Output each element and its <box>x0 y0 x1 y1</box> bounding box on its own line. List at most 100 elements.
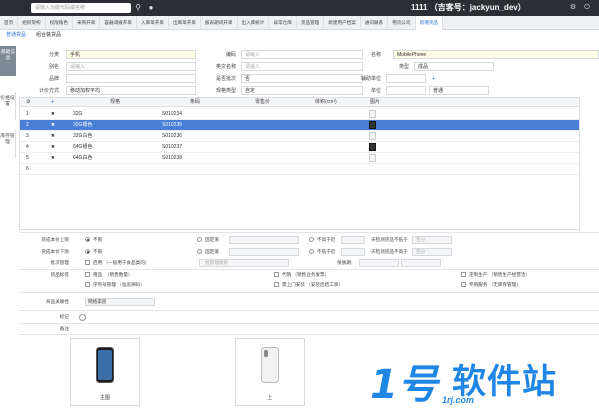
row-image-thumbnail[interactable] <box>369 154 376 162</box>
row-spec[interactable]: 32G <box>73 109 82 119</box>
row-spec[interactable]: 32G白色 <box>73 131 92 141</box>
row-barcode[interactable]: S010235 <box>162 120 182 130</box>
top-photo-slot[interactable]: 上 <box>235 338 305 406</box>
row-spec[interactable]: 32G银色 <box>73 120 92 130</box>
nav-stock-management[interactable]: 库存管理 <box>0 130 16 158</box>
category-select[interactable]: 手机 <box>66 50 196 59</box>
tab-3[interactable]: 采购开单 <box>73 16 101 30</box>
tag-consign-checkbox[interactable] <box>274 272 279 277</box>
tag-custom-checkbox[interactable] <box>461 272 466 277</box>
brand-select[interactable] <box>66 74 196 83</box>
tab-9[interactable]: 异常仓库 <box>269 16 297 30</box>
cost-lower-unlimited-text: 不限 <box>93 249 103 254</box>
batch-select[interactable]: 否 <box>241 74 363 83</box>
unit-select[interactable] <box>386 86 426 95</box>
tab-13[interactable]: 物流公司 <box>388 16 416 30</box>
power-icon[interactable]: ⏻ <box>582 3 592 13</box>
mark-label: 标记 <box>59 314 69 319</box>
row-image-thumbnail[interactable] <box>369 121 376 129</box>
gear-icon[interactable]: ⚙ <box>26 98 30 107</box>
delete-row-icon[interactable]: ✖ <box>51 142 55 152</box>
phone-white-image <box>261 347 279 383</box>
delete-row-icon[interactable]: ✖ <box>51 131 55 141</box>
delete-row-icon[interactable]: ✖ <box>51 109 55 119</box>
spec-type-select[interactable]: 自定 <box>241 86 363 95</box>
add-row-icon[interactable]: ＋ <box>50 98 55 107</box>
tag-service-checkbox[interactable] <box>461 282 466 287</box>
tab-14[interactable]: 新增货品 <box>415 16 444 30</box>
shelf-life-input[interactable] <box>359 259 399 267</box>
name-label: 名称 <box>370 52 381 58</box>
aux-unit-select[interactable] <box>386 74 426 83</box>
table-row[interactable]: 4 ✖ 64G银色 S010237 <box>20 142 579 153</box>
table-row[interactable]: 5 ✖ 64G白色 S010238 <box>20 153 579 164</box>
cost-upper-radio-fixed[interactable] <box>197 237 202 242</box>
tab-12[interactable]: 通讯联系 <box>361 16 389 30</box>
row-image-thumbnail[interactable] <box>369 132 376 140</box>
tab-10[interactable]: 货品管理 <box>297 16 325 30</box>
cost-lower-radio-unlimited[interactable] <box>85 249 90 254</box>
cost-upper-label: 货成本价上限 <box>41 237 69 242</box>
tab-6[interactable]: 出库单开单 <box>169 16 201 30</box>
row-image-thumbnail[interactable] <box>369 143 376 151</box>
row-barcode[interactable]: S010237 <box>162 142 182 152</box>
shelf-life-unit-select[interactable] <box>401 259 441 267</box>
cost-lower-fixed-input[interactable] <box>229 248 299 256</box>
tab-normal-goods[interactable]: 普通货品 <box>6 30 26 40</box>
row-spec[interactable]: 64G白色 <box>73 153 92 163</box>
tab-8[interactable]: 出入库统计 <box>238 16 270 30</box>
main-photo-slot[interactable]: 主图 <box>70 338 140 406</box>
row-barcode[interactable]: S010236 <box>162 131 182 141</box>
tab-1[interactable]: 组织架构 <box>18 16 46 30</box>
tab-7[interactable]: 报表期间开单 <box>201 16 238 30</box>
tag-serial-checkbox[interactable] <box>85 282 90 287</box>
row-spec[interactable]: 64G银色 <box>73 142 92 152</box>
add-icon[interactable]: ＋ <box>426 74 436 84</box>
table-row[interactable]: 1 ✖ 32G S010234 <box>20 109 579 120</box>
english-name-input[interactable]: 请输入 <box>241 62 363 71</box>
batch-enable-checkbox[interactable] <box>85 260 90 265</box>
main-photo-caption: 主图 <box>99 395 110 401</box>
cost-upper-radio-recent[interactable] <box>309 237 314 242</box>
cost-lower-radio-fixed[interactable] <box>197 249 202 254</box>
code-label: 编码 <box>225 52 236 58</box>
cost-upper-fixed-text: 固定值 <box>205 237 219 242</box>
tab-4[interactable]: 容器调拨开单 <box>100 16 137 30</box>
nav-basic-info[interactable]: 基础信息 <box>0 46 16 76</box>
costing-select[interactable]: 移动加权平均 <box>66 86 196 95</box>
delete-row-icon[interactable]: ✖ <box>51 153 55 163</box>
type-select[interactable]: 成品 <box>414 62 494 71</box>
microphone-icon[interactable]: ● <box>146 3 156 13</box>
cost-upper-radio-unlimited[interactable] <box>85 237 90 242</box>
delete-row-icon[interactable]: ✖ <box>51 120 55 130</box>
tab-5[interactable]: 入库单开单 <box>137 16 169 30</box>
row-barcode[interactable]: S010238 <box>162 153 182 163</box>
tab-combo-goods[interactable]: 组合装货品 <box>36 30 61 40</box>
function-search-input[interactable]: 请输入功能代码或名称 <box>31 3 131 13</box>
row-number: 2 <box>26 122 29 128</box>
top-bar: 请输入功能代码或名称 ⚲ ● 1111 （吉客号：jackyun_dev） ⚙ … <box>0 0 599 16</box>
tab-11[interactable]: 新建用户档案 <box>324 16 361 30</box>
status-select[interactable]: 普通 <box>429 86 489 95</box>
table-row[interactable]: 3 ✖ 32G白色 S010236 <box>20 131 579 142</box>
cost-upper-fixed-input[interactable] <box>229 236 299 244</box>
tab-0[interactable]: 首页 <box>0 16 19 30</box>
row-barcode[interactable]: S010234 <box>162 109 182 119</box>
table-row[interactable]: 6 <box>20 164 579 175</box>
name-input[interactable]: MobilePhone <box>393 50 599 59</box>
cost-upper-days-input[interactable] <box>341 236 365 244</box>
cost-lower-radio-recent[interactable] <box>309 249 314 254</box>
table-row[interactable]: 2 ✖ 32G银色 S010235 <box>20 120 579 131</box>
code-input[interactable]: 请输入 <box>241 50 363 59</box>
mark-color-picker[interactable] <box>79 314 86 321</box>
alias-input[interactable]: 请输入 <box>66 62 196 71</box>
search-icon[interactable]: ⚲ <box>133 3 143 13</box>
nav-price-settings[interactable]: 价格设置 <box>0 92 16 120</box>
tag-gift-checkbox[interactable] <box>85 272 90 277</box>
tag-install-checkbox[interactable] <box>274 282 279 287</box>
cost-upper-unlimited-text: 不限 <box>93 237 103 242</box>
tab-2[interactable]: 权限角色 <box>46 16 73 30</box>
settings-icon[interactable]: ⚙ <box>568 3 578 13</box>
cost-lower-days-input[interactable] <box>341 248 365 256</box>
row-image-thumbnail[interactable] <box>369 110 376 118</box>
